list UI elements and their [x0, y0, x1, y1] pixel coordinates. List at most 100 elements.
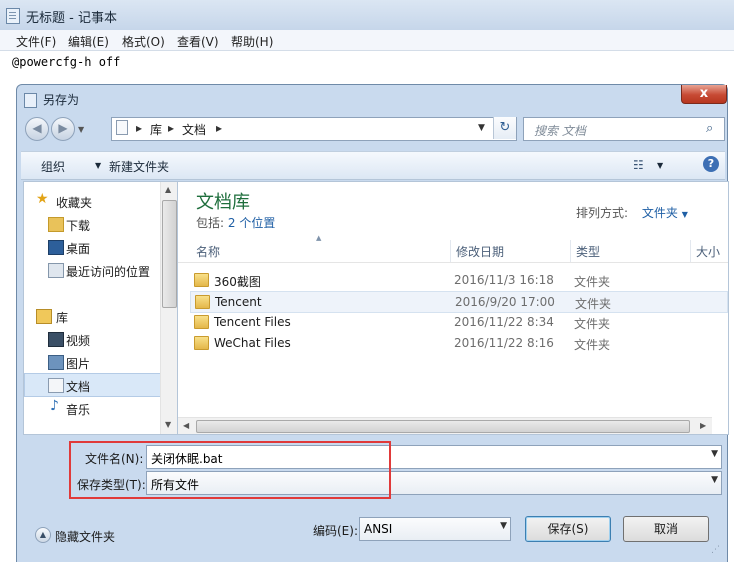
filetype-dropdown-icon[interactable]: ▼ — [711, 475, 718, 485]
nav-documents-label: 文档 — [66, 380, 91, 394]
scroll-down-icon[interactable]: ▼ — [165, 420, 171, 429]
column-name[interactable]: 名称 — [196, 243, 220, 260]
encoding-dropdown-icon[interactable]: ▼ — [500, 521, 507, 531]
documents-location-icon — [116, 120, 128, 135]
scroll-up-icon[interactable]: ▲ — [165, 185, 171, 194]
includes-label: 包括: — [196, 216, 225, 230]
save-button[interactable]: 保存(S) — [525, 516, 611, 542]
library-title: 文档库 — [196, 192, 250, 213]
file-list-pane: 文档库 包括: 2 个位置 排列方式: 文件夹 ▼ 名称 ▲ 修改日期 类型 大… — [177, 181, 729, 435]
file-name: WeChat Files — [214, 336, 291, 350]
help-icon[interactable]: ? — [703, 156, 719, 172]
cancel-button[interactable]: 取消 — [623, 516, 709, 542]
new-folder-button[interactable]: 新建文件夹 — [109, 158, 169, 175]
hide-folders-button[interactable]: 隐藏文件夹 — [55, 528, 115, 545]
breadcrumb-separator-icon: ▸ — [136, 121, 143, 135]
nav-downloads[interactable]: 下载 — [24, 213, 159, 235]
file-row[interactable]: Tencent Files 2016/11/22 8:34 文件夹 — [190, 312, 726, 332]
nav-favorites[interactable]: ★ 收藏夹 — [24, 190, 159, 212]
includes-locations-link[interactable]: 2 个位置 — [228, 216, 275, 230]
nav-favorites-label: 收藏夹 — [56, 196, 93, 210]
nav-music-label: 音乐 — [66, 403, 91, 417]
star-icon: ★ — [36, 191, 49, 207]
dialog-title: 另存为 — [43, 93, 80, 107]
search-box[interactable]: 搜索 文档 ⌕ — [523, 117, 725, 141]
pictures-icon — [48, 355, 64, 370]
menu-edit[interactable]: 编辑(E) — [68, 33, 109, 50]
recent-places-icon — [48, 263, 64, 278]
notepad-title-bar: 无标题 - 记事本 — [0, 0, 734, 31]
navigation-pane: ★ 收藏夹 下载 桌面 最近访问的位置 库 视频 图片 文档 ♪ 音乐 ▲ ▼ — [23, 181, 177, 435]
collapse-icon[interactable]: ▲ — [35, 527, 51, 543]
nav-documents[interactable]: 文档 — [24, 373, 161, 397]
file-row[interactable]: WeChat Files 2016/11/22 8:16 文件夹 — [190, 333, 726, 353]
close-button[interactable]: x — [681, 85, 727, 104]
scroll-left-icon[interactable]: ◀ — [183, 421, 189, 430]
address-dropdown-icon[interactable]: ▼ — [478, 123, 485, 133]
sort-ascending-icon: ▲ — [316, 234, 322, 242]
breadcrumb-separator-icon: ▸ — [168, 121, 175, 135]
breadcrumb-documents[interactable]: 文档 — [182, 121, 206, 138]
arrange-dropdown-icon[interactable]: ▼ — [682, 210, 688, 219]
nav-pictures[interactable]: 图片 — [24, 351, 159, 373]
scroll-right-icon[interactable]: ▶ — [700, 421, 706, 430]
nav-recent-places-label: 最近访问的位置 — [66, 265, 151, 279]
file-row[interactable]: Tencent 2016/9/20 17:00 文件夹 — [190, 291, 728, 313]
address-bar[interactable]: ▸ 库 ▸ 文档 ▸ ▼ — [111, 117, 517, 141]
file-row[interactable]: 360截图 2016/11/3 16:18 文件夹 — [190, 270, 726, 290]
column-modified[interactable]: 修改日期 — [456, 243, 504, 260]
notepad-menu-bar: 文件(F) 编辑(E) 格式(O) 查看(V) 帮助(H) — [0, 30, 734, 51]
view-options-icon[interactable]: ☷ — [633, 158, 644, 172]
column-header: 名称 ▲ 修改日期 类型 大小 — [178, 234, 728, 263]
file-list-scroll-thumb[interactable] — [196, 420, 690, 433]
nav-desktop[interactable]: 桌面 — [24, 236, 159, 258]
nav-music[interactable]: ♪ 音乐 — [24, 397, 159, 419]
arrange-label: 排列方式: — [576, 206, 629, 220]
recent-pages-dropdown-icon[interactable]: ▼ — [78, 125, 84, 134]
folder-icon — [194, 273, 209, 287]
file-type: 文件夹 — [575, 297, 612, 311]
organize-dropdown-icon[interactable]: ▼ — [95, 161, 101, 170]
file-name: Tencent Files — [214, 315, 291, 329]
file-name: 360截图 — [214, 275, 261, 289]
refresh-button[interactable]: ↻ — [493, 117, 516, 139]
arrange-dropdown[interactable]: 文件夹 — [642, 206, 678, 220]
view-dropdown-icon[interactable]: ▼ — [657, 161, 663, 170]
menu-format[interactable]: 格式(O) — [122, 33, 165, 50]
file-date: 2016/11/22 8:16 — [454, 336, 554, 350]
nav-videos[interactable]: 视频 — [24, 328, 159, 350]
command-toolbar: 组织 ▼ 新建文件夹 ☷ ▼ ? — [21, 151, 725, 180]
column-type[interactable]: 类型 — [576, 243, 600, 260]
filename-dropdown-icon[interactable]: ▼ — [711, 449, 718, 459]
folder-icon — [194, 336, 209, 350]
file-name: Tencent — [215, 295, 262, 309]
file-date: 2016/11/3 16:18 — [454, 273, 554, 287]
library-includes: 包括: 2 个位置 — [196, 214, 275, 231]
column-size[interactable]: 大小 — [696, 243, 720, 260]
nav-scroll-thumb[interactable] — [162, 200, 177, 308]
forward-button[interactable]: ▶ — [51, 117, 75, 141]
nav-libraries[interactable]: 库 — [24, 305, 159, 327]
music-icon: ♪ — [50, 398, 59, 414]
search-icon[interactable]: ⌕ — [706, 121, 713, 136]
menu-view[interactable]: 查看(V) — [177, 33, 219, 50]
encoding-label: 编码(E): — [313, 524, 358, 538]
menu-file[interactable]: 文件(F) — [16, 33, 56, 50]
breadcrumb-libraries[interactable]: 库 — [150, 121, 162, 138]
nav-scrollbar[interactable]: ▲ ▼ — [160, 182, 177, 434]
encoding-select[interactable]: ANSI ▼ — [359, 517, 511, 541]
menu-help[interactable]: 帮助(H) — [231, 33, 273, 50]
video-icon — [48, 332, 64, 347]
organize-button[interactable]: 组织 — [41, 158, 65, 175]
encoding-value: ANSI — [364, 522, 393, 536]
search-input[interactable]: 搜索 文档 — [534, 122, 586, 139]
file-type: 文件夹 — [574, 338, 611, 352]
nav-pictures-label: 图片 — [66, 357, 91, 371]
nav-recent-places[interactable]: 最近访问的位置 — [24, 259, 159, 281]
back-button[interactable]: ◀ — [25, 117, 49, 141]
file-type: 文件夹 — [574, 275, 611, 289]
file-list-scrollbar[interactable]: ◀ ▶ — [178, 417, 712, 434]
resize-grip-icon[interactable]: ⋰ — [711, 545, 720, 555]
folder-icon — [195, 295, 210, 309]
libraries-icon — [36, 309, 52, 324]
